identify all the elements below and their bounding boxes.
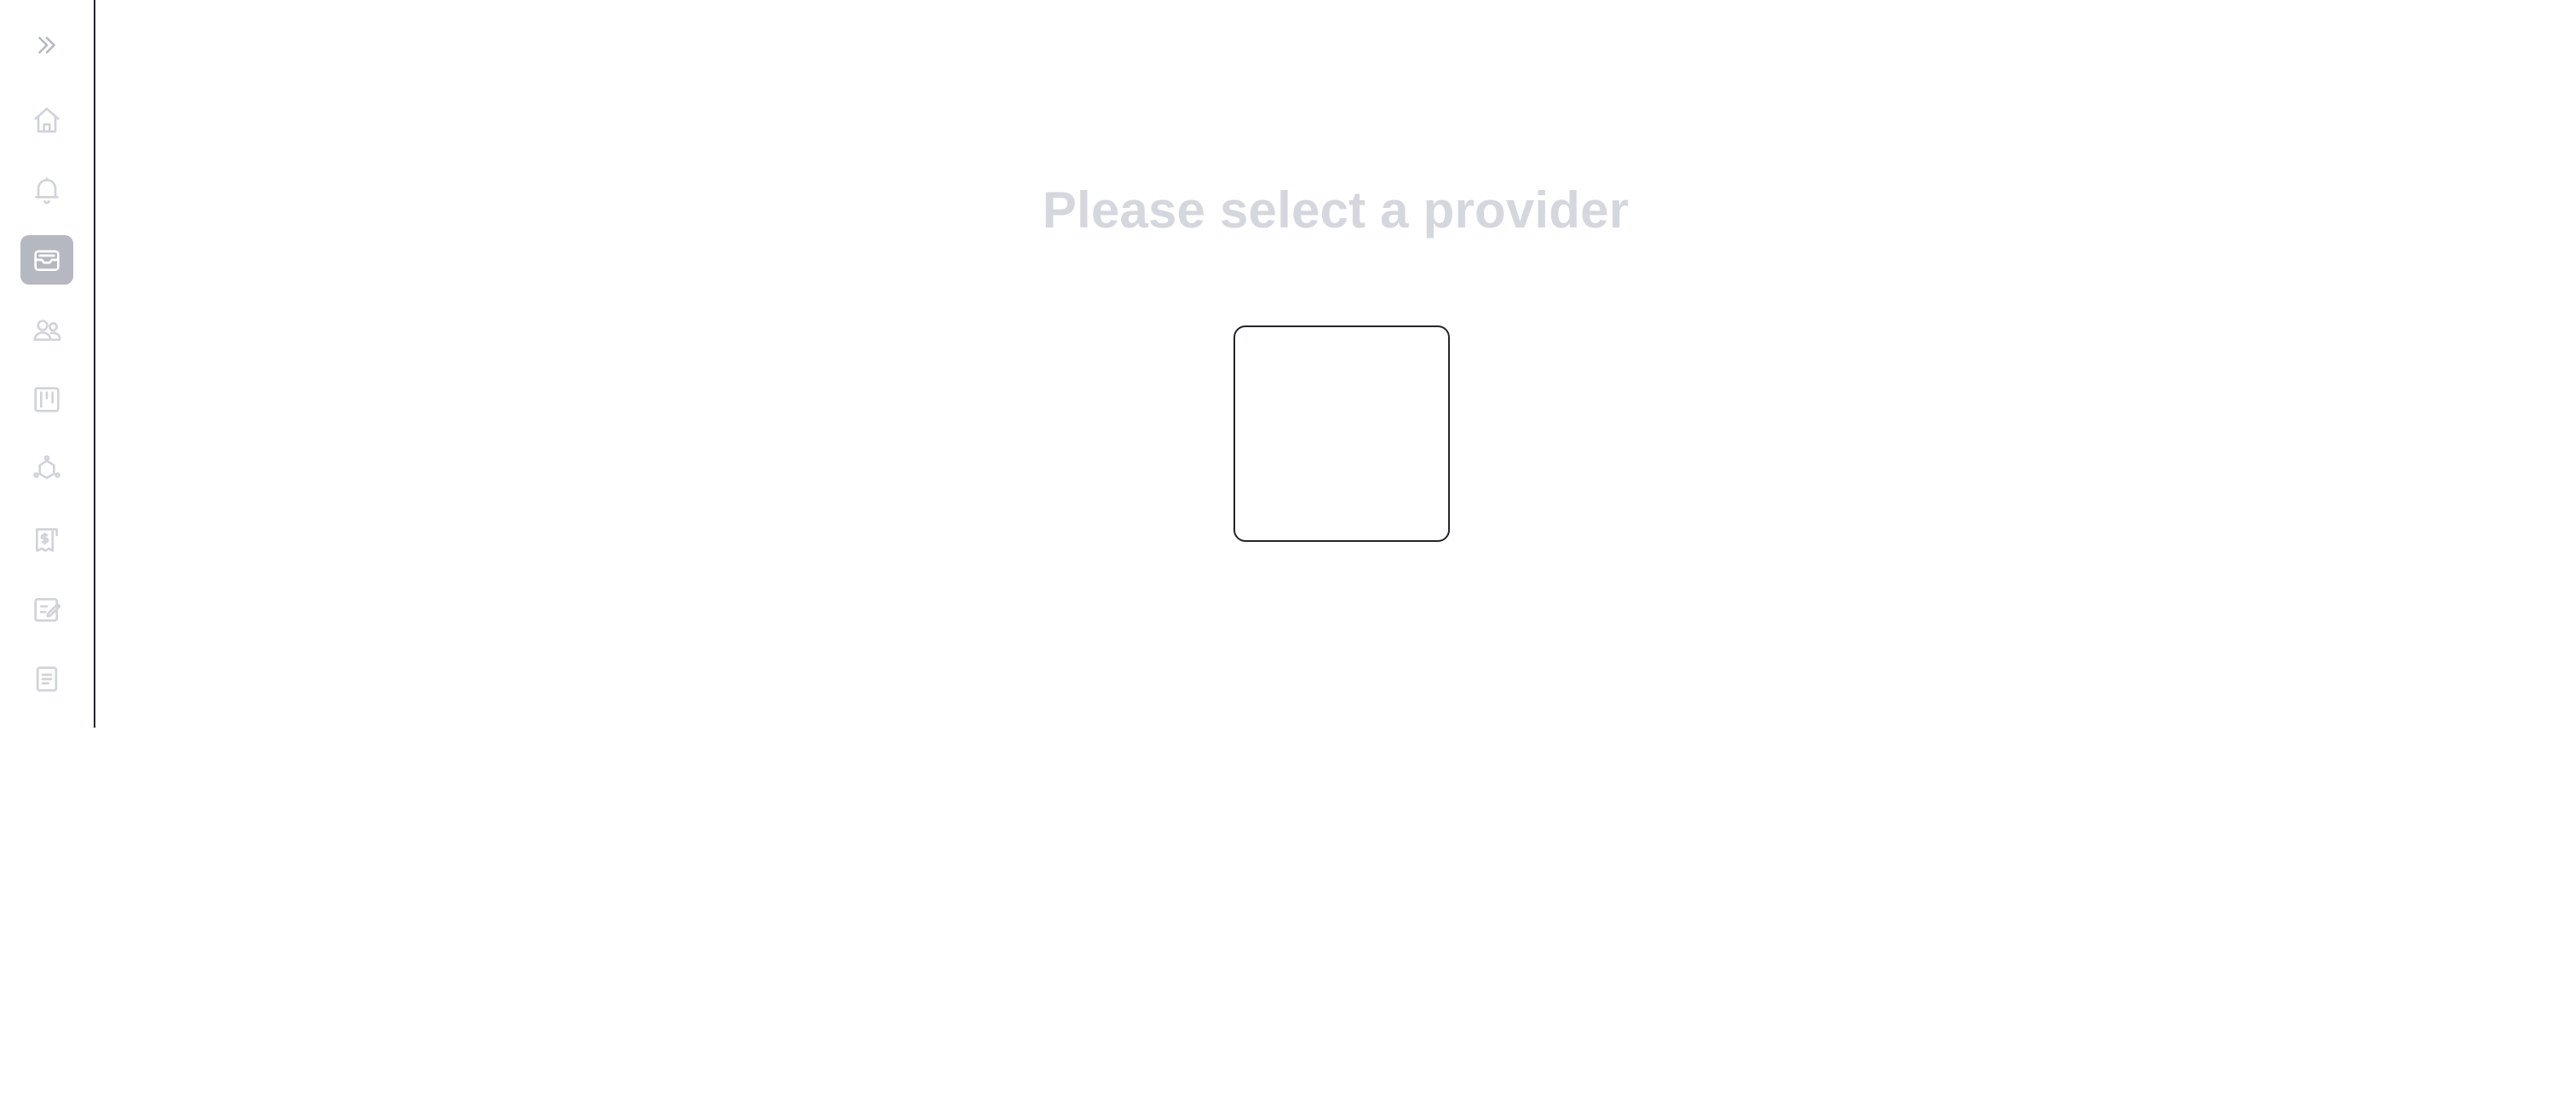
hexagon-nodes-icon <box>33 455 60 480</box>
sidebar-item-integrations[interactable] <box>20 445 73 494</box>
receipt-dollar-icon <box>36 528 58 552</box>
inbox-icon <box>34 250 60 271</box>
document-icon <box>36 666 58 692</box>
sidebar-item-billing[interactable] <box>20 515 73 564</box>
sidebar-item-notes[interactable] <box>20 584 73 634</box>
sidebar-item-notifications[interactable] <box>20 165 73 215</box>
provider-option-card[interactable] <box>1233 325 1450 542</box>
sidebar-item-home[interactable] <box>20 95 73 145</box>
sidebar-item-contacts[interactable] <box>20 305 73 354</box>
home-icon <box>34 107 60 133</box>
edit-note-icon <box>34 598 61 622</box>
sidebar-item-inbox[interactable] <box>20 235 73 285</box>
sidebar-expand-button[interactable] <box>26 24 68 66</box>
chevrons-right-icon <box>38 37 55 54</box>
app-window: Please select a provider <box>0 0 2576 1094</box>
bell-icon <box>35 177 59 204</box>
main-content: Please select a provider <box>95 0 2576 728</box>
sidebar-item-calendar[interactable] <box>20 724 73 728</box>
users-icon <box>33 320 61 341</box>
sidebar-item-board[interactable] <box>20 375 73 424</box>
sidebar <box>0 0 95 728</box>
sidebar-item-documents[interactable] <box>20 654 73 704</box>
kanban-icon <box>34 387 60 412</box>
page-title: Please select a provider <box>1042 181 1630 239</box>
